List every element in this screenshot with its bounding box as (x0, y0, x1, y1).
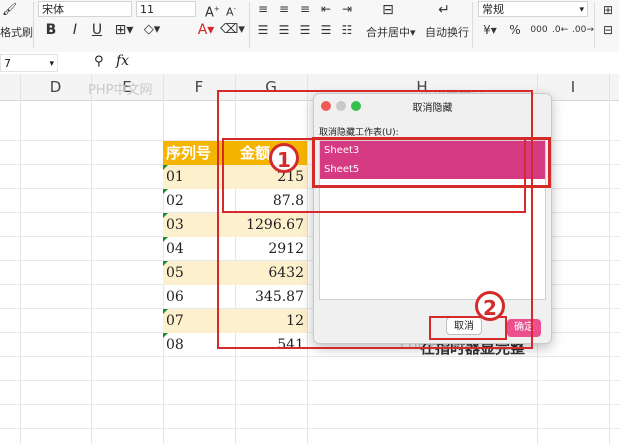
currency-button[interactable]: ¥▾ (480, 22, 500, 38)
justify-icon[interactable]: ☰ (319, 22, 333, 38)
zoom-search-icon[interactable]: ⚲ (94, 54, 104, 69)
fill-color-icon[interactable]: ◇▾ (140, 22, 164, 38)
decimal-increase-icon[interactable]: .0← (552, 22, 568, 38)
italic-button[interactable]: I (68, 22, 82, 38)
name-box-value: 7 (4, 57, 11, 70)
borders-icon[interactable]: ⊞▾ (112, 22, 136, 38)
align-left-icon[interactable]: ☰ (256, 22, 270, 38)
name-box[interactable]: 7 ▾ (0, 54, 58, 72)
font-name-value: 宋体 (42, 3, 64, 16)
chevron-down-icon: ▾ (579, 5, 584, 15)
watermark: PHP中文网 (88, 83, 153, 98)
decimal-decrease-icon[interactable]: .00→ (572, 22, 594, 38)
align-middle-icon[interactable]: ≡ (277, 1, 291, 17)
format-painter-icon[interactable]: 🖌 (2, 2, 24, 16)
format-painter-label[interactable]: 格式刷 (0, 24, 33, 40)
merge-center-button[interactable]: 合并居中▾ (366, 24, 416, 40)
number-format-select[interactable]: 常规 ▾ (478, 1, 588, 17)
annotation-box-sheets (312, 137, 551, 188)
align-top-icon[interactable]: ≡ (256, 1, 270, 17)
bold-button[interactable]: B (44, 22, 58, 38)
align-center-icon[interactable]: ☰ (277, 22, 291, 38)
thousands-button[interactable]: 000 (528, 22, 550, 38)
merge-center-icon[interactable]: ⊟ (378, 2, 398, 18)
font-name-select[interactable]: 宋体 (38, 1, 132, 17)
wrap-text-button[interactable]: 自动换行 (425, 24, 469, 40)
clear-format-icon[interactable]: ⌫▾ (220, 22, 245, 38)
align-right-icon[interactable]: ☰ (298, 22, 312, 38)
font-increase-button[interactable]: A+ (205, 1, 220, 21)
chevron-down-icon: ▾ (49, 59, 54, 69)
formula-bar: 7 ▾ ⚲ fx (0, 52, 619, 75)
distribute-icon[interactable]: ☷ (340, 22, 354, 38)
number-format-value: 常规 (482, 3, 504, 16)
font-decrease-button[interactable]: A- (224, 1, 238, 21)
fx-label[interactable]: fx (116, 53, 129, 69)
formula-input[interactable] (138, 54, 619, 72)
indent-decrease-icon[interactable]: ⇤ (319, 1, 333, 17)
font-size-value: 11 (140, 3, 154, 16)
table-style-icon[interactable]: ⊞ (600, 2, 616, 18)
underline-button[interactable]: U (90, 22, 104, 38)
font-color-button[interactable]: A▾ (196, 22, 216, 38)
align-bottom-icon[interactable]: ≡ (298, 1, 312, 17)
step-one-badge: 1 (269, 143, 299, 173)
cell-style-icon[interactable]: ⊟ (600, 22, 616, 38)
indent-increase-icon[interactable]: ⇥ (340, 1, 354, 17)
column-header-d[interactable]: D (20, 74, 91, 100)
percent-button[interactable]: % (508, 22, 522, 38)
font-size-select[interactable]: 11 (136, 1, 196, 17)
step-two-badge: 2 (475, 291, 505, 321)
toolbar: 🖌 格式刷 宋体 11 A+ A- B I U ⊞▾ ◇▾ A▾ ⌫▾ ≡ ≡ … (0, 0, 619, 53)
wrap-text-icon[interactable]: ↵ (434, 2, 454, 18)
